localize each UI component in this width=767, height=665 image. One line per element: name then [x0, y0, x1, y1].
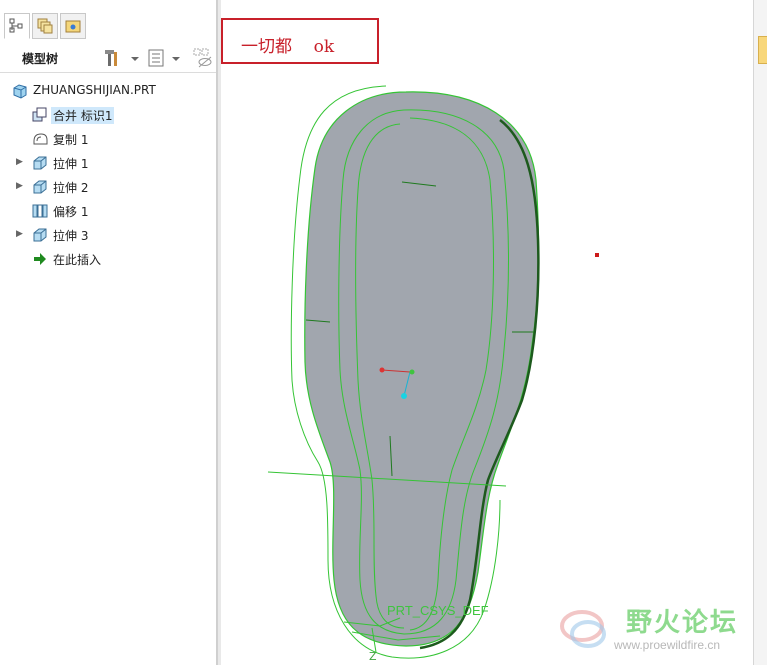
annotation-box: 一切都 ok	[221, 18, 379, 64]
csys-label: PRT_CSYS_DEF	[387, 603, 489, 618]
red-point-marker	[595, 253, 599, 257]
watermark-logo-icon	[560, 610, 606, 648]
side-tab[interactable]	[758, 36, 767, 64]
right-side-strip	[753, 0, 767, 665]
model-geometry	[267, 85, 599, 659]
watermark: 野火论坛 www.proewildfire.cn	[556, 598, 756, 662]
watermark-url: www.proewildfire.cn	[614, 638, 721, 652]
annotation-text: 一切都 ok	[241, 37, 335, 57]
z-axis-label: Z	[369, 650, 377, 663]
watermark-title: 野火论坛	[626, 608, 739, 638]
